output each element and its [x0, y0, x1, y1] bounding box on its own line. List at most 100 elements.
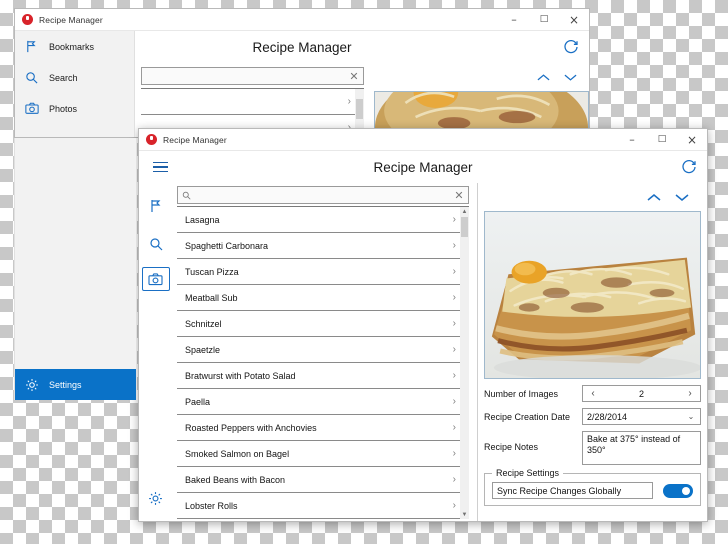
back-list-column: ✕ › ›	[135, 63, 374, 137]
chevron-right-icon: ›	[452, 370, 456, 381]
close-button[interactable]: ×	[559, 9, 589, 30]
sync-toggle[interactable]	[663, 483, 693, 498]
back-image-nav[interactable]	[374, 65, 589, 91]
number-of-images-stepper[interactable]: ‹ 2 ›	[582, 385, 701, 402]
chevron-right-icon: ›	[452, 344, 456, 355]
up-chevron-icon[interactable]	[647, 189, 661, 207]
app-icon	[146, 134, 157, 145]
list-item[interactable]: Bratwurst with Potato Salad ›	[177, 363, 460, 389]
rail-camera-icon[interactable]	[141, 267, 170, 291]
back-detail-column	[374, 63, 589, 137]
list-item-label: Paella	[185, 396, 211, 407]
hamburger-icon[interactable]	[143, 161, 177, 173]
sidebar-item-label: Search	[49, 72, 78, 83]
list-item[interactable]: Smoked Salmon on Bagel ›	[177, 441, 460, 467]
minimize-button[interactable]: –	[617, 129, 647, 150]
refresh-icon[interactable]	[562, 38, 580, 56]
list-item[interactable]: ›	[141, 89, 355, 115]
front-window-header: Recipe Manager	[139, 151, 707, 183]
recipe-detail-column: Number of Images ‹ 2 › Recipe Creation D…	[477, 183, 707, 521]
sidebar-item-search[interactable]: Search	[15, 62, 134, 93]
magnifier-icon	[178, 191, 194, 200]
sidebar-item-bookmarks[interactable]: Bookmarks	[15, 31, 134, 62]
list-item[interactable]: Schnitzel ›	[177, 311, 460, 337]
chevron-right-icon: ›	[452, 422, 456, 433]
maximize-button[interactable]: □	[647, 129, 677, 150]
down-chevron-icon[interactable]	[564, 69, 577, 87]
list-item[interactable]: Roasted Peppers with Anchovies ›	[177, 415, 460, 441]
list-item[interactable]: Paella ›	[177, 389, 460, 415]
recipe-creation-date-label: Recipe Creation Date	[484, 411, 571, 422]
clear-icon[interactable]: ✕	[345, 70, 363, 83]
recipe-notes-field: Recipe Notes Bake at 375° instead of 350…	[484, 431, 701, 465]
sidebar-item-photos[interactable]: Photos	[15, 93, 134, 124]
front-window[interactable]: Recipe Manager – □ × Recipe Manager ✕ La…	[138, 128, 708, 522]
search-box[interactable]: ✕	[177, 186, 469, 204]
up-chevron-icon[interactable]	[537, 69, 550, 87]
list-item-label: Schnitzel	[185, 318, 222, 329]
icon-rail[interactable]	[139, 183, 172, 521]
front-window-title: Recipe Manager	[163, 134, 227, 145]
list-item-label: Baked Beans with Bacon	[185, 474, 286, 485]
front-window-titlebar[interactable]: Recipe Manager – □ ×	[139, 129, 707, 151]
list-item-label: Meatball Sub	[185, 292, 238, 303]
number-of-images-value: 2	[638, 388, 644, 399]
maximize-button[interactable]: □	[529, 9, 559, 30]
back-window-controls[interactable]: – □ ×	[499, 9, 589, 30]
sync-setting-label[interactable]: Sync Recipe Changes Globally	[492, 482, 653, 499]
chevron-down-icon[interactable]: ⌄	[682, 412, 700, 421]
image-nav[interactable]	[484, 185, 701, 211]
recipe-creation-date-value: 2/28/2014	[587, 411, 628, 422]
list-item[interactable]: Baked Beans with Bacon ›	[177, 467, 460, 493]
recipe-list-column: ✕ Lasagna › Spaghetti Carbonara › Tuscan Piz…	[172, 183, 477, 521]
stepper-next-button[interactable]: ›	[680, 388, 700, 399]
list-item[interactable]: Spaetzle ›	[177, 337, 460, 363]
down-chevron-icon[interactable]	[675, 189, 689, 207]
list-item[interactable]: Lobster Rolls ›	[177, 493, 460, 519]
back-search-box[interactable]: ✕	[141, 67, 364, 85]
list-item[interactable]: Meatball Sub ›	[177, 285, 460, 311]
rail-gear-icon[interactable]	[143, 483, 169, 513]
rail-flag-icon[interactable]	[143, 191, 169, 221]
chevron-right-icon: ›	[452, 474, 456, 485]
rail-search-icon[interactable]	[143, 229, 169, 259]
list-item[interactable]: Spaghetti Carbonara ›	[177, 233, 460, 259]
number-of-images-label: Number of Images	[484, 388, 559, 399]
gear-icon	[25, 378, 49, 392]
chevron-right-icon: ›	[452, 396, 456, 407]
back-window-titlebar[interactable]: Recipe Manager – □ ×	[15, 9, 589, 31]
app-icon	[22, 14, 33, 25]
minimize-button[interactable]: –	[499, 9, 529, 30]
recipe-notes-textarea[interactable]: Bake at 375° instead of 350°	[582, 431, 701, 465]
back-search-input[interactable]	[158, 71, 345, 81]
back-nav-pane[interactable]: Bookmarks Search Photos	[15, 31, 135, 137]
chevron-right-icon: ›	[452, 214, 456, 225]
scroll-up-button[interactable]: ▲	[460, 207, 469, 216]
search-icon	[25, 71, 49, 84]
list-item-label: Spaetzle	[185, 344, 221, 355]
list-item[interactable]: Lasagna ›	[177, 207, 460, 233]
search-input[interactable]	[194, 190, 450, 200]
list-item[interactable]: Tuscan Pizza ›	[177, 259, 460, 285]
chevron-right-icon: ›	[347, 96, 351, 107]
camera-icon	[25, 102, 49, 115]
front-window-controls[interactable]: – □ ×	[617, 129, 707, 150]
clear-icon[interactable]: ✕	[450, 189, 468, 202]
scroll-down-button[interactable]: ▼	[460, 510, 469, 519]
close-button[interactable]: ×	[677, 129, 707, 150]
sidebar-item-settings[interactable]: Settings	[15, 369, 136, 400]
back-photo-preview[interactable]	[374, 91, 589, 131]
back-nav-flyout[interactable]: Settings	[14, 138, 137, 400]
refresh-icon[interactable]	[680, 158, 698, 176]
scrollbar-thumb[interactable]	[461, 217, 468, 237]
stepper-prev-button[interactable]: ‹	[583, 388, 603, 399]
list-item-label: Roasted Peppers with Anchovies	[185, 422, 317, 433]
lasagna-photo[interactable]	[484, 211, 701, 379]
recipe-settings-group: Recipe Settings Sync Recipe Changes Glob…	[484, 468, 701, 506]
recipe-creation-date-field: Recipe Creation Date 2/28/2014 ⌄	[484, 408, 701, 425]
recipe-list-scrollbar[interactable]: ▲ ▼	[460, 207, 469, 519]
back-window[interactable]: Recipe Manager – □ × Recipe Manager Book…	[14, 8, 590, 138]
recipe-list[interactable]: Lasagna › Spaghetti Carbonara › Tuscan Pizza…	[177, 206, 469, 519]
recipe-creation-date-picker[interactable]: 2/28/2014 ⌄	[582, 408, 701, 425]
chevron-right-icon: ›	[452, 292, 456, 303]
